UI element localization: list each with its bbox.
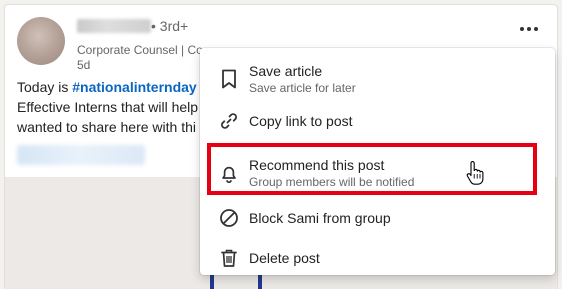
post-timestamp: 5d bbox=[77, 58, 91, 72]
menu-item-subtitle: Group members will be notified bbox=[249, 174, 415, 189]
menu-item-title: Save article bbox=[249, 62, 323, 79]
more-options-button[interactable] bbox=[515, 17, 543, 41]
menu-item-title: Recommend this post bbox=[249, 156, 385, 173]
post-options-menu: Save article Save article for later Copy… bbox=[200, 48, 555, 275]
hand-pointer-cursor-icon bbox=[466, 161, 484, 185]
post-text-line: Effective Interns that will help bbox=[17, 99, 199, 115]
bookmark-icon bbox=[218, 68, 240, 90]
post-text-line: Today is #nationalinternday a bbox=[17, 79, 203, 95]
menu-item-copy-link[interactable]: Copy link to post bbox=[200, 102, 555, 140]
author-name-redacted[interactable] bbox=[77, 19, 151, 33]
hashtag-link[interactable]: #nationalinternday bbox=[72, 79, 196, 95]
menu-item-title: Block Sami from group bbox=[249, 209, 391, 226]
bell-icon bbox=[218, 162, 240, 184]
menu-item-save-article[interactable]: Save article Save article for later bbox=[200, 56, 555, 102]
block-icon bbox=[218, 207, 240, 229]
link-icon bbox=[218, 110, 240, 132]
author-avatar[interactable] bbox=[17, 17, 65, 65]
menu-item-recommend-post[interactable]: Recommend this post Group members will b… bbox=[200, 152, 555, 194]
menu-item-delete-post[interactable]: Delete post bbox=[200, 240, 555, 276]
post-text-line: wanted to share here with thi bbox=[17, 119, 196, 135]
menu-item-title: Copy link to post bbox=[249, 112, 353, 129]
post-body-text: Today is #nationalinternday a Effective … bbox=[17, 77, 203, 137]
connection-degree: • 3rd+ bbox=[151, 18, 189, 34]
redacted-link[interactable] bbox=[17, 145, 145, 165]
author-headline: Corporate Counsel | Commercial Transacti… bbox=[77, 43, 202, 57]
menu-item-block-user[interactable]: Block Sami from group bbox=[200, 200, 555, 236]
more-horizontal-icon bbox=[520, 27, 524, 31]
menu-item-title: Delete post bbox=[249, 249, 320, 266]
trash-icon bbox=[218, 247, 240, 269]
menu-item-subtitle: Save article for later bbox=[249, 80, 356, 95]
